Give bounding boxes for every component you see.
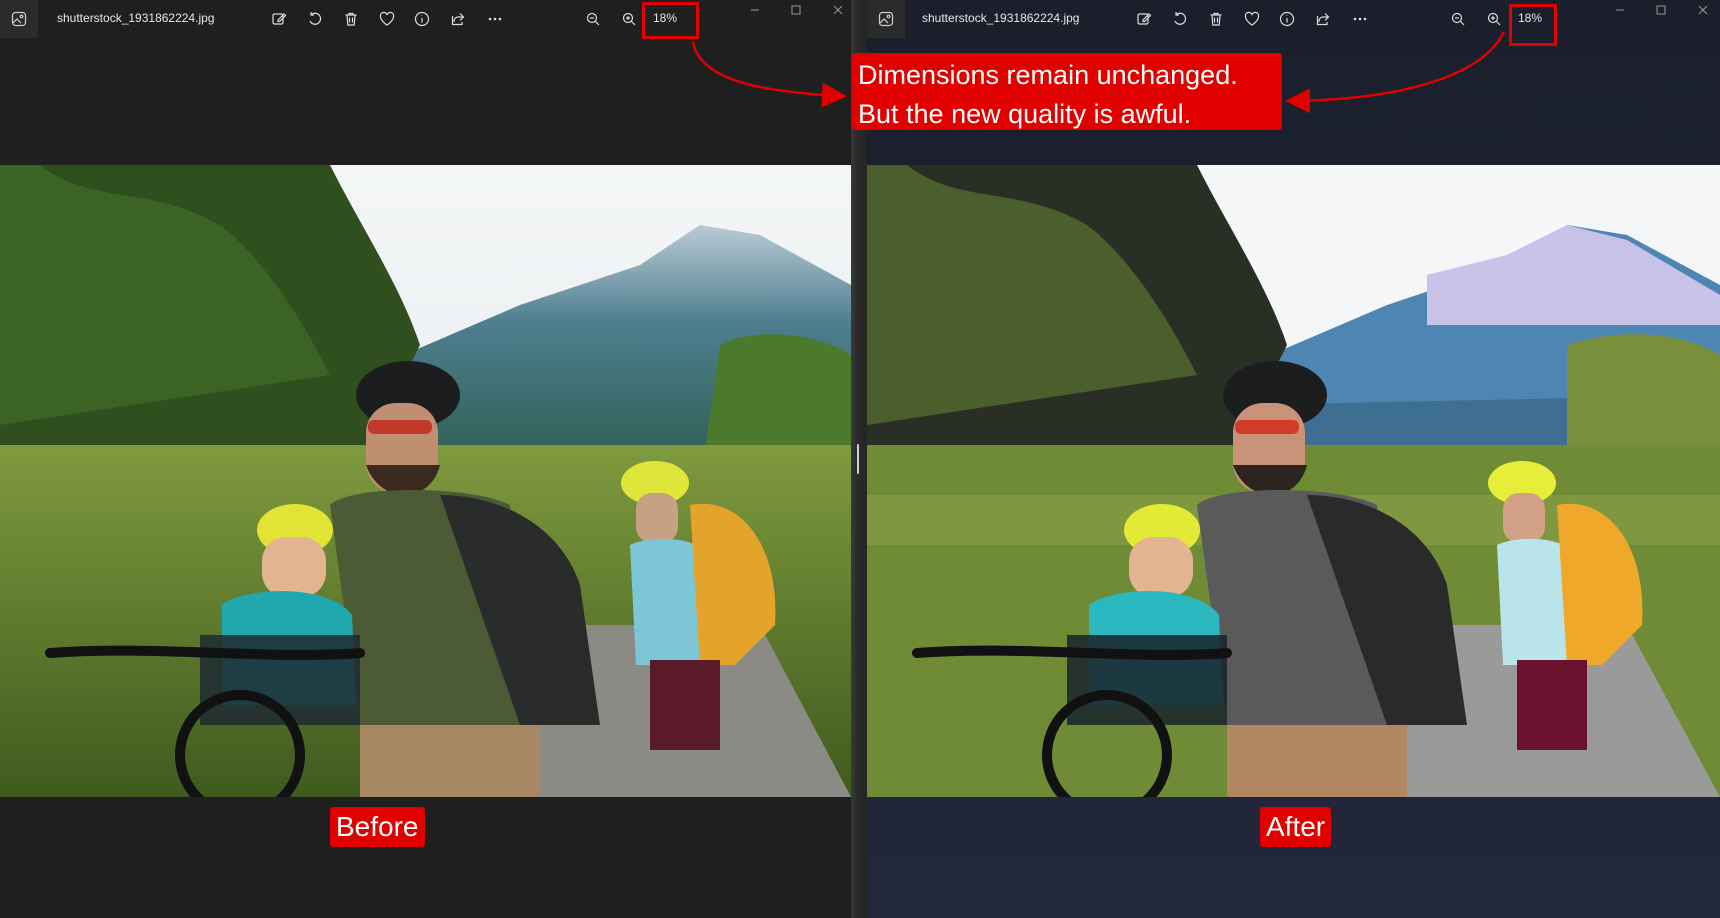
before-photo	[0, 165, 851, 797]
info-icon[interactable]	[1276, 8, 1298, 30]
zoom-highlight-right	[1509, 4, 1557, 46]
photos-app-icon[interactable]	[0, 0, 38, 38]
after-window: shutterstock_1931862224.jpg 18% After	[867, 0, 1720, 918]
zoom-out-icon[interactable]	[582, 8, 604, 30]
delete-icon[interactable]	[340, 8, 362, 30]
favorite-icon[interactable]	[376, 8, 398, 30]
close-icon[interactable]	[1693, 2, 1713, 18]
share-icon[interactable]	[1312, 8, 1334, 30]
annotation-callout: Dimensions remain unchanged. But the new…	[852, 53, 1282, 130]
more-icon[interactable]	[1349, 8, 1371, 30]
before-window: shutterstock_1931862224.jpg 18% Before	[0, 0, 851, 918]
favorite-icon[interactable]	[1241, 8, 1263, 30]
minimize-icon[interactable]	[1610, 2, 1630, 18]
rotate-icon[interactable]	[304, 8, 326, 30]
after-photo	[867, 165, 1720, 797]
maximize-icon[interactable]	[1651, 2, 1671, 18]
title-bar: shutterstock_1931862224.jpg 18%	[867, 0, 1720, 38]
before-caption: Before	[330, 807, 425, 847]
splitter-grip[interactable]	[857, 444, 859, 474]
zoom-in-icon[interactable]	[1483, 8, 1505, 30]
splitter[interactable]	[851, 0, 867, 918]
callout-line-1: Dimensions remain unchanged.	[858, 60, 1238, 90]
file-name: shutterstock_1931862224.jpg	[57, 11, 215, 25]
minimize-icon[interactable]	[745, 2, 765, 18]
zoom-out-icon[interactable]	[1447, 8, 1469, 30]
photos-app-icon[interactable]	[867, 0, 905, 38]
after-caption: After	[1260, 807, 1332, 847]
title-bar: shutterstock_1931862224.jpg 18%	[0, 0, 851, 38]
info-icon[interactable]	[411, 8, 433, 30]
edit-icon[interactable]	[268, 8, 290, 30]
delete-icon[interactable]	[1205, 8, 1227, 30]
edit-icon[interactable]	[1133, 8, 1155, 30]
maximize-icon[interactable]	[786, 2, 806, 18]
callout-line-2: But the new quality is awful.	[858, 99, 1192, 129]
file-name: shutterstock_1931862224.jpg	[922, 11, 1080, 25]
rotate-icon[interactable]	[1169, 8, 1191, 30]
share-icon[interactable]	[447, 8, 469, 30]
zoom-in-icon[interactable]	[618, 8, 640, 30]
more-icon[interactable]	[484, 8, 506, 30]
zoom-highlight-left	[642, 2, 699, 39]
close-icon[interactable]	[828, 2, 848, 18]
